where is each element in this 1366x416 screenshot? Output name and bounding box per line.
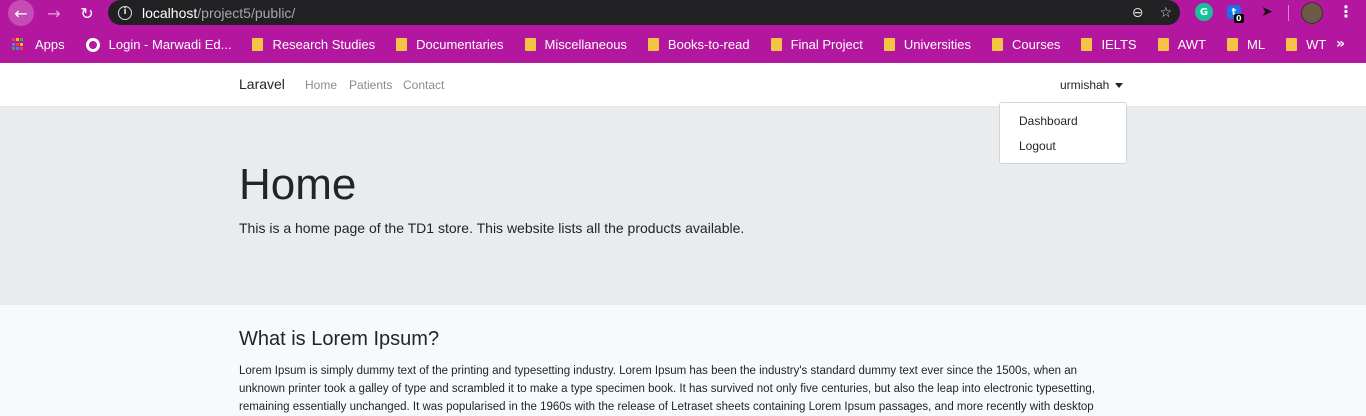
caret-down-icon bbox=[1115, 83, 1124, 89]
folder-icon bbox=[647, 38, 659, 51]
info-icon[interactable]: i bbox=[118, 5, 132, 20]
bookmark-apps[interactable]: Apps bbox=[12, 37, 65, 52]
bookmark-label: Final Project bbox=[790, 37, 863, 52]
navbar-brand[interactable]: Laravel bbox=[239, 76, 285, 92]
section-paragraph: Lorem Ipsum is simply dummy text of the … bbox=[239, 365, 1095, 413]
address-bar[interactable]: i localhost/project5/public/ ⊖ ☆ bbox=[108, 0, 1180, 25]
browser-toolbar: ← → ↻ i localhost/project5/public/ ⊖ ☆ G… bbox=[0, 0, 1366, 26]
extension-badge: 0 bbox=[1234, 14, 1244, 23]
page-title: Home bbox=[239, 160, 357, 209]
bookmark-wt[interactable]: WT bbox=[1286, 37, 1326, 52]
folder-icon bbox=[524, 38, 536, 51]
folder-icon bbox=[770, 38, 782, 51]
user-dropdown-toggle[interactable]: urmishah bbox=[1060, 78, 1124, 92]
nav-link-home[interactable]: Home bbox=[305, 78, 337, 92]
arrow-left-icon: ← bbox=[14, 3, 28, 23]
bookmark-miscellaneous[interactable]: Miscellaneous bbox=[524, 37, 627, 52]
folder-icon bbox=[252, 38, 264, 51]
forward-button[interactable]: → bbox=[41, 0, 67, 26]
username: urmishah bbox=[1060, 78, 1110, 92]
folder-icon bbox=[1227, 38, 1239, 51]
bookmark-label: Books-to-read bbox=[667, 37, 750, 52]
bookmark-universities[interactable]: Universities bbox=[883, 37, 972, 52]
reload-icon: ↻ bbox=[80, 3, 94, 23]
arrow-right-icon: → bbox=[47, 3, 61, 23]
star-icon[interactable]: ☆ bbox=[1159, 5, 1172, 21]
bookmark-label: IELTS bbox=[1101, 37, 1137, 52]
profile-avatar[interactable] bbox=[1301, 2, 1323, 24]
dropdown-item-logout[interactable]: Logout bbox=[1019, 139, 1056, 153]
bookmark-ml[interactable]: ML bbox=[1227, 37, 1265, 52]
folder-icon bbox=[1157, 38, 1169, 51]
globe-icon bbox=[85, 37, 100, 52]
url-text[interactable]: localhost/project5/public/ bbox=[142, 5, 295, 21]
folder-icon bbox=[883, 38, 895, 51]
back-button[interactable]: ← bbox=[8, 0, 34, 26]
bookmark-label: Documentaries bbox=[416, 37, 504, 52]
jumbotron: Home This is a home page of the TD1 stor… bbox=[0, 107, 1366, 305]
toolbar-divider bbox=[1288, 5, 1289, 21]
cursor-extension-icon[interactable]: ➤ bbox=[1258, 3, 1276, 21]
more-bookmarks-icon[interactable]: » bbox=[1336, 36, 1345, 52]
bookmark-books-to-read[interactable]: Books-to-read bbox=[647, 37, 750, 52]
bookmarks-bar: Apps Login - Marwadi Ed... Research Studie… bbox=[0, 26, 1366, 63]
folder-icon bbox=[1286, 38, 1298, 51]
bookmark-final-project[interactable]: Final Project bbox=[770, 37, 863, 52]
bookmark-label: Courses bbox=[1012, 37, 1061, 52]
bookmark-label: Login - Marwadi Ed... bbox=[108, 37, 232, 52]
bookmark-awt[interactable]: AWT bbox=[1157, 37, 1207, 52]
bookmark-label: Miscellaneous bbox=[544, 37, 627, 52]
bookmark-ielts[interactable]: IELTS bbox=[1081, 37, 1137, 52]
browser-menu-icon[interactable]: ⋮ bbox=[1338, 1, 1354, 23]
tracker-extension-icon[interactable]: t0 bbox=[1227, 5, 1244, 23]
section-heading: What is Lorem Ipsum? bbox=[239, 328, 440, 350]
bookmark-documentaries[interactable]: Documentaries bbox=[396, 37, 504, 52]
grammarly-extension-icon[interactable]: G bbox=[1195, 3, 1213, 21]
nav-link-patients[interactable]: Patients bbox=[349, 78, 392, 92]
bookmark-research-studies[interactable]: Research Studies bbox=[252, 37, 375, 52]
user-dropdown-menu: Dashboard Logout bbox=[999, 102, 1127, 164]
folder-icon bbox=[1081, 38, 1093, 51]
bookmark-label: WT bbox=[1306, 37, 1327, 52]
bookmark-label: ML bbox=[1247, 37, 1266, 52]
folder-icon bbox=[396, 38, 408, 51]
dropdown-item-dashboard[interactable]: Dashboard bbox=[1019, 114, 1078, 128]
folder-icon bbox=[992, 38, 1004, 51]
bookmark-label: Apps bbox=[35, 37, 65, 52]
reload-button[interactable]: ↻ bbox=[74, 0, 100, 26]
site-navbar: Laravel Home Patients Contact urmishah bbox=[0, 63, 1366, 107]
bookmark-login-marwadi-ed[interactable]: Login - Marwadi Ed... bbox=[85, 37, 232, 52]
bookmark-label: AWT bbox=[1177, 37, 1207, 52]
jumbotron-text: This is a home page of the TD1 store. Th… bbox=[239, 220, 745, 236]
zoom-icon[interactable]: ⊖ bbox=[1132, 5, 1144, 21]
apps-icon bbox=[12, 38, 25, 51]
bookmark-label: Research Studies bbox=[272, 37, 376, 52]
bookmark-courses[interactable]: Courses bbox=[992, 37, 1060, 52]
bookmark-label: Universities bbox=[903, 37, 972, 52]
nav-link-contact[interactable]: Contact bbox=[403, 78, 444, 92]
